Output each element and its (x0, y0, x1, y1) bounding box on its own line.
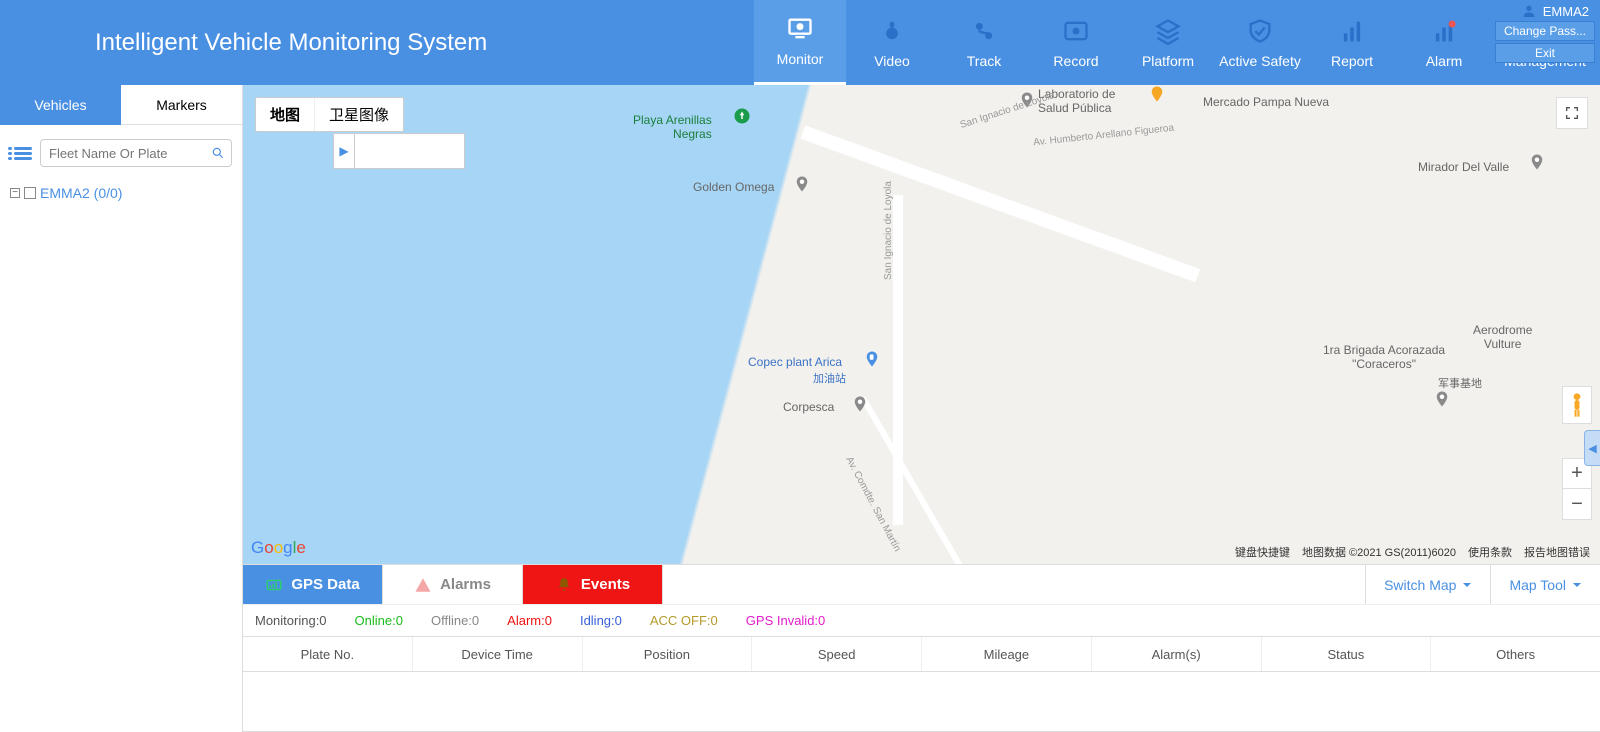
fullscreen-button[interactable] (1556, 97, 1588, 129)
column-header: Speed (752, 637, 922, 671)
tab-markers[interactable]: Markers (121, 85, 242, 125)
streetview-box (355, 133, 465, 169)
nav-label: Monitor (777, 51, 824, 67)
pegman-icon[interactable] (1562, 386, 1592, 424)
list-view-icon[interactable] (14, 147, 32, 160)
search-icon[interactable] (211, 146, 225, 160)
nav-platform[interactable]: Platform (1122, 0, 1214, 85)
gas-marker-icon (863, 350, 881, 368)
nav-active-safety[interactable]: Active Safety (1214, 0, 1306, 85)
nav-label: Report (1331, 53, 1373, 69)
map-road-label: San Ignacio de Loyola (883, 181, 894, 280)
change-password-button[interactable]: Change Pass... (1495, 21, 1595, 41)
platform-icon (1154, 17, 1182, 45)
map-canvas[interactable]: 地图 卫星图像 ▶ + − ◀ Playa Arenillas Negras G… (243, 85, 1600, 564)
column-header: Status (1262, 637, 1432, 671)
warning-icon (414, 576, 432, 594)
tab-events[interactable]: Events (523, 565, 663, 604)
column-header: Position (583, 637, 753, 671)
map-type-satellite[interactable]: 卫星图像 (315, 98, 403, 131)
google-logo: Google (251, 538, 306, 558)
map-label: 加油站 (813, 370, 846, 386)
tab-gps-data[interactable]: GPS Data (243, 565, 383, 604)
nav-label: Active Safety (1219, 53, 1301, 69)
poi-marker-icon (1528, 153, 1546, 171)
food-marker-icon (1148, 85, 1166, 103)
poi-marker-icon (793, 175, 811, 193)
map-label: 1ra Brigada Acorazada "Coraceros" (1323, 343, 1445, 371)
map-label: Corpesca (783, 400, 834, 414)
nav-label: Record (1053, 53, 1098, 69)
nav-record[interactable]: Record (1030, 0, 1122, 85)
map-tool-button[interactable]: Map Tool (1490, 565, 1600, 604)
nav-track[interactable]: Track (938, 0, 1030, 85)
nav-label: Video (874, 53, 910, 69)
side-panel-toggle[interactable]: ◀ (1584, 430, 1600, 466)
grid-body (243, 672, 1600, 732)
track-icon (970, 17, 998, 45)
bell-icon (555, 576, 573, 594)
map-label: Golden Omega (693, 180, 774, 194)
status-monitoring: Monitoring:0 (255, 613, 327, 628)
column-header: Mileage (922, 637, 1092, 671)
map-road-label: Av. Humberto Arellano Figueroa (1033, 123, 1175, 149)
monitor-icon (786, 15, 814, 43)
map-label: Playa Arenillas Negras (633, 113, 712, 141)
nav-video[interactable]: Video (846, 0, 938, 85)
column-header: Alarm(s) (1092, 637, 1262, 671)
map-label: 军事基地 (1438, 375, 1482, 391)
tree-checkbox[interactable] (24, 187, 36, 199)
poi-marker-icon (1433, 390, 1451, 408)
tree-collapse-icon[interactable]: − (10, 188, 20, 198)
active-safety-icon (1246, 17, 1274, 45)
record-icon (1062, 17, 1090, 45)
user-icon (1521, 3, 1537, 19)
status-idling: Idling:0 (580, 613, 622, 628)
user-info: EMMA2 (1495, 3, 1595, 19)
tree-node-root[interactable]: − EMMA2 (0/0) (10, 185, 232, 201)
tree-node-label: EMMA2 (0/0) (40, 185, 122, 201)
nav-label: Alarm (1426, 53, 1463, 69)
park-marker-icon (733, 107, 751, 125)
nav-label: Platform (1142, 53, 1194, 69)
nav-alarm[interactable]: Alarm (1398, 0, 1490, 85)
gps-icon (265, 576, 283, 594)
map-label: Mercado Pampa Nueva (1203, 95, 1329, 109)
map-label: Aerodrome Vulture (1473, 323, 1532, 351)
switch-map-button[interactable]: Switch Map (1365, 565, 1490, 604)
status-gpsinvalid: GPS Invalid:0 (746, 613, 826, 628)
map-label: Copec plant Arica (748, 355, 842, 369)
column-header: Device Time (413, 637, 583, 671)
map-attribution: 键盘快捷键 地图数据 ©2021 GS(2011)6020 使用条款 报告地图错… (1235, 544, 1590, 560)
video-icon (878, 17, 906, 45)
exit-button[interactable]: Exit (1495, 43, 1595, 63)
nav-report[interactable]: Report (1306, 0, 1398, 85)
status-alarm: Alarm:0 (507, 613, 552, 628)
chevron-down-icon (1572, 580, 1582, 590)
chevron-down-icon (1462, 580, 1472, 590)
nav-label: Track (967, 53, 1001, 69)
column-header: Plate No. (243, 637, 413, 671)
fleet-search-input[interactable] (49, 146, 207, 161)
tab-alarms[interactable]: Alarms (383, 565, 523, 604)
streetview-toggle[interactable]: ▶ (333, 133, 355, 169)
alarm-icon (1430, 17, 1458, 45)
poi-marker-icon (851, 395, 869, 413)
status-offline: Offline:0 (431, 613, 479, 628)
map-type-toggle[interactable]: 地图 卫星图像 (255, 97, 404, 132)
zoom-out-button[interactable]: − (1563, 489, 1591, 519)
app-title: Intelligent Vehicle Monitoring System (0, 29, 487, 57)
map-type-map[interactable]: 地图 (256, 98, 315, 131)
map-label: Mirador Del Valle (1418, 160, 1509, 174)
tab-vehicles[interactable]: Vehicles (0, 85, 121, 125)
column-header: Others (1431, 637, 1600, 671)
report-icon (1338, 17, 1366, 45)
nav-monitor[interactable]: Monitor (754, 0, 846, 85)
status-online: Online:0 (355, 613, 403, 628)
status-accoff: ACC OFF:0 (650, 613, 718, 628)
